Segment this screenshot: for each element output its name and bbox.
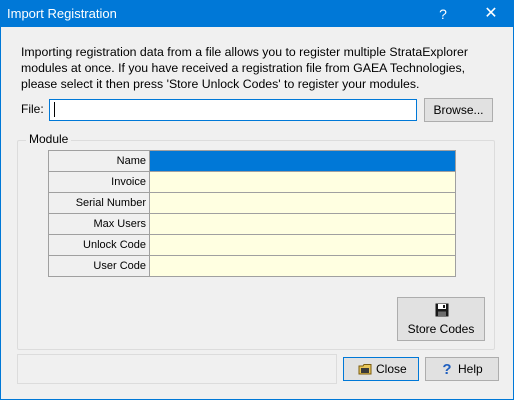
- row-header: Unlock Code: [48, 234, 150, 256]
- user-code-cell[interactable]: [149, 255, 456, 277]
- import-registration-dialog: Import Registration ? ✕ Importing regist…: [0, 0, 514, 400]
- help-titlebar-button[interactable]: ?: [429, 1, 457, 27]
- grid-row-name[interactable]: Name: [48, 150, 456, 172]
- module-group-label: Module: [26, 132, 72, 146]
- module-grid: Name Invoice Serial Number Max Users Unl…: [48, 150, 456, 277]
- grid-row-user-code[interactable]: User Code: [48, 255, 456, 277]
- store-codes-button[interactable]: Store Codes: [397, 297, 485, 341]
- store-codes-label: Store Codes: [407, 322, 475, 336]
- serial-number-cell[interactable]: [149, 192, 456, 214]
- row-header: Max Users: [48, 213, 150, 235]
- description-text: Importing registration data from a file …: [21, 45, 468, 91]
- close-button[interactable]: Close: [343, 357, 419, 381]
- svg-text:?: ?: [442, 362, 451, 376]
- grid-row-serial-number[interactable]: Serial Number: [48, 192, 456, 214]
- row-header: Invoice: [48, 171, 150, 193]
- help-button-label: Help: [458, 362, 483, 376]
- name-cell[interactable]: [149, 150, 456, 172]
- close-button-label: Close: [376, 362, 407, 376]
- title-bar: Import Registration ? ✕: [1, 1, 513, 27]
- max-users-cell[interactable]: [149, 213, 456, 235]
- question-icon: ?: [442, 362, 451, 376]
- grid-row-max-users[interactable]: Max Users: [48, 213, 456, 235]
- text-cursor: [54, 102, 55, 117]
- status-bar: [17, 354, 337, 384]
- folder-icon: [358, 364, 372, 375]
- close-titlebar-button[interactable]: ✕: [475, 1, 507, 27]
- browse-button[interactable]: Browse...: [424, 98, 493, 122]
- file-input[interactable]: [49, 99, 417, 121]
- window-title: Import Registration: [7, 6, 117, 21]
- invoice-cell[interactable]: [149, 171, 456, 193]
- file-label: File:: [21, 102, 44, 116]
- help-button[interactable]: ? Help: [425, 357, 499, 381]
- row-header: User Code: [48, 255, 150, 277]
- grid-row-unlock-code[interactable]: Unlock Code: [48, 234, 456, 256]
- row-header: Name: [48, 150, 150, 172]
- row-header: Serial Number: [48, 192, 150, 214]
- floppy-disk-icon: [435, 303, 449, 317]
- grid-row-invoice[interactable]: Invoice: [48, 171, 456, 193]
- unlock-code-cell[interactable]: [149, 234, 456, 256]
